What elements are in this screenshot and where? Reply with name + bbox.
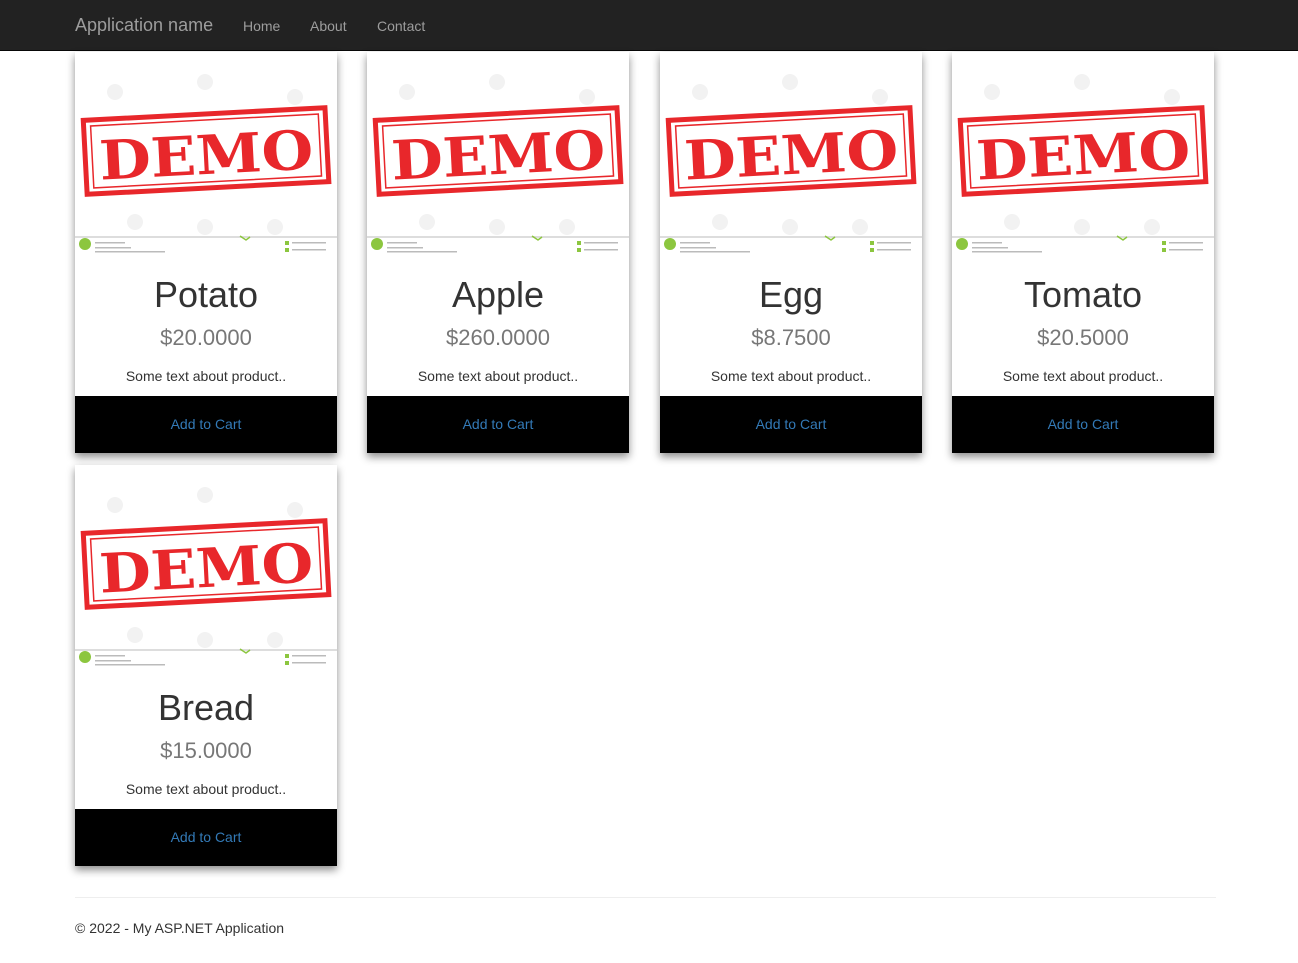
product-image: DEMO [367,52,629,256]
add-to-cart-button[interactable]: Add to Cart [660,396,922,453]
product-description: Some text about product.. [125,368,287,384]
product-card: DEMO Egg $8.7500 Some text about product.. A… [660,52,922,453]
nav-link-contact[interactable]: Contact [377,17,425,35]
product-price: $8.7500 [751,325,831,350]
demo-stamp-text: DEMO [98,117,315,192]
demo-stamp-text: DEMO [975,117,1192,192]
add-to-cart-button[interactable]: Add to Cart [75,809,337,866]
add-to-cart-button[interactable]: Add to Cart [75,396,337,453]
top-navbar: Application name Home About Contact [0,0,1298,51]
demo-stamp-image: DEMO [660,74,922,253]
product-price: $260.0000 [446,325,550,350]
add-to-cart-button[interactable]: Add to Cart [367,396,629,453]
product-card: DEMO Potato $20.0000 Some text about produc… [75,52,337,453]
product-card: DEMO Apple $260.0000 Some text about produc… [367,52,629,453]
product-price: $20.0000 [160,325,252,350]
footer-copyright: © 2022 - My ASP.NET Application [75,920,285,936]
product-image: DEMO [75,465,337,669]
add-to-cart-button[interactable]: Add to Cart [952,396,1214,453]
product-card: DEMO Tomato $20.5000 Some text about produc… [952,52,1214,453]
product-image: DEMO [952,52,1214,256]
footer-divider [75,897,1216,898]
brand-link[interactable]: Application name [75,15,213,35]
product-price: $20.5000 [1037,325,1129,350]
product-image: DEMO [75,52,337,256]
product-name: Bread [157,687,255,728]
product-description: Some text about product.. [710,368,872,384]
demo-stamp-image: DEMO [75,74,337,253]
demo-stamp-text: DEMO [390,117,607,192]
nav-link-about[interactable]: About [310,17,347,35]
demo-stamp-text: DEMO [98,530,315,605]
product-name: Apple [451,274,545,315]
demo-stamp-text: DEMO [683,117,900,192]
product-name: Egg [758,274,824,315]
product-name: Potato [153,274,259,315]
product-image: DEMO [660,52,922,256]
product-card: DEMO Bread $15.0000 Some text about product… [75,465,337,866]
product-description: Some text about product.. [417,368,579,384]
product-description: Some text about product.. [125,781,287,797]
demo-stamp-image: DEMO [952,74,1214,253]
product-description: Some text about product.. [1002,368,1164,384]
demo-stamp-image: DEMO [75,487,337,666]
product-name: Tomato [1023,274,1143,315]
nav-link-home[interactable]: Home [243,17,280,35]
product-price: $15.0000 [160,738,252,763]
demo-stamp-image: DEMO [367,74,629,253]
